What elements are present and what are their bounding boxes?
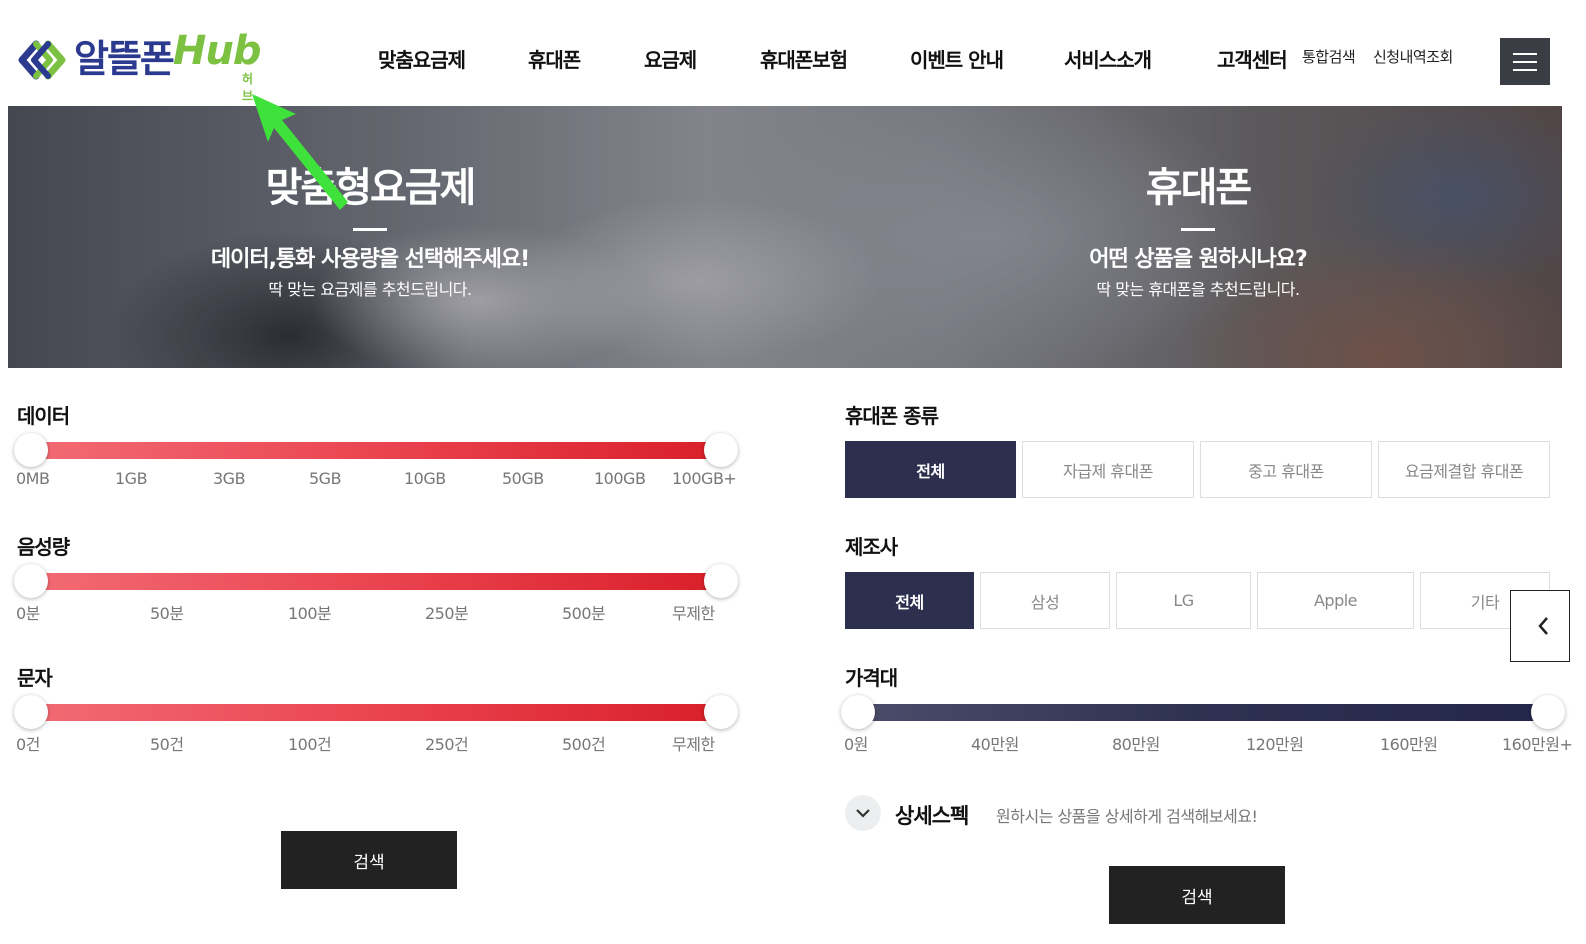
data-slider-max-handle[interactable] bbox=[704, 433, 738, 467]
voice-slider-min-handle[interactable] bbox=[14, 564, 48, 598]
hero-left-divider bbox=[353, 228, 387, 231]
phone-search-button[interactable]: 검색 bbox=[1109, 866, 1285, 924]
data-slider-min-handle[interactable] bbox=[14, 433, 48, 467]
price-slider-track bbox=[859, 704, 1535, 721]
data-slider[interactable] bbox=[14, 433, 740, 467]
cursor-arrow-icon bbox=[252, 94, 348, 210]
hero-right-subtitle: 어떤 상품을 원하시나요? bbox=[1089, 247, 1307, 272]
voice-slider-track bbox=[30, 573, 722, 590]
hamburger-icon bbox=[1513, 68, 1537, 71]
voice-tick: 100분 bbox=[288, 604, 332, 623]
util-link-application-status[interactable]: 신청내역조회 bbox=[1373, 46, 1453, 67]
data-tick: 5GB bbox=[309, 469, 342, 488]
logo-text: 알뜰폰Hub 허브 bbox=[74, 28, 262, 103]
maker-option-all[interactable]: 전체 bbox=[845, 572, 974, 629]
chevron-left-icon bbox=[1538, 617, 1548, 635]
sms-tick: 500건 bbox=[562, 735, 606, 754]
nav-item-customer-center[interactable]: 고객센터 bbox=[1217, 44, 1288, 73]
sms-tick: 무제한 bbox=[672, 735, 715, 754]
util-link-search[interactable]: 통합검색 bbox=[1302, 46, 1356, 67]
menu-button[interactable] bbox=[1500, 38, 1550, 85]
data-tick: 1GB bbox=[115, 469, 148, 488]
sms-label: 문자 bbox=[17, 666, 53, 690]
sms-tick: 50건 bbox=[150, 735, 184, 754]
site-header: 알뜰폰Hub 허브 맞춤요금제 휴대폰 요금제 휴대폰보험 이벤트 안내 서비스… bbox=[0, 0, 1586, 106]
data-tick: 100GB+ bbox=[672, 469, 737, 488]
sms-tick: 250건 bbox=[425, 735, 469, 754]
voice-tick: 500분 bbox=[562, 604, 606, 623]
data-slider-track bbox=[30, 442, 722, 459]
hero-right: 휴대폰 어떤 상품을 원하시나요? 딱 맞는 휴대폰을 추천드립니다. bbox=[938, 162, 1458, 301]
price-slider[interactable] bbox=[841, 695, 1581, 729]
nav-item-plan[interactable]: 요금제 bbox=[644, 44, 697, 73]
price-tick: 160만원+ bbox=[1502, 735, 1573, 754]
sms-slider-max-handle[interactable] bbox=[704, 695, 738, 729]
phone-type-option-bundled[interactable]: 요금제결합 휴대폰 bbox=[1378, 441, 1550, 498]
detail-spec-title[interactable]: 상세스펙 bbox=[895, 800, 969, 830]
voice-slider-max-handle[interactable] bbox=[704, 564, 738, 598]
price-tick: 120만원 bbox=[1246, 735, 1304, 754]
logo-name-ko: 알뜰폰 bbox=[74, 37, 175, 81]
hero-left-subtitle: 데이터,통화 사용량을 선택해주세요! bbox=[210, 247, 530, 272]
hero-left: 맞춤형요금제 데이터,통화 사용량을 선택해주세요! 딱 맞는 요금제를 추천드… bbox=[110, 162, 630, 301]
data-tick: 10GB bbox=[404, 469, 446, 488]
sms-tick: 100건 bbox=[288, 735, 332, 754]
data-label: 데이터 bbox=[17, 404, 70, 428]
logo-name-hub: Hub bbox=[172, 28, 262, 74]
nav-item-phone[interactable]: 휴대폰 bbox=[528, 44, 581, 73]
voice-tick: 0분 bbox=[16, 604, 40, 623]
hamburger-icon bbox=[1513, 60, 1537, 63]
plan-search-button[interactable]: 검색 bbox=[281, 831, 457, 889]
hero-right-divider bbox=[1181, 228, 1215, 231]
sms-slider-track bbox=[30, 704, 722, 721]
nav-item-events[interactable]: 이벤트 안내 bbox=[910, 44, 1004, 73]
logo-mark-icon bbox=[18, 40, 66, 80]
price-label: 가격대 bbox=[845, 666, 898, 690]
hero-left-description: 딱 맞는 요금제를 추천드립니다. bbox=[268, 280, 472, 299]
phone-type-option-unlocked[interactable]: 자급제 휴대폰 bbox=[1022, 441, 1194, 498]
price-tick: 0원 bbox=[844, 735, 868, 754]
maker-option-apple[interactable]: Apple bbox=[1257, 572, 1414, 629]
nav-item-phone-insurance[interactable]: 휴대폰보험 bbox=[760, 44, 848, 73]
hero-right-title: 휴대폰 bbox=[1145, 165, 1252, 211]
sms-slider-min-handle[interactable] bbox=[14, 695, 48, 729]
price-tick: 160만원 bbox=[1380, 735, 1438, 754]
data-tick: 0MB bbox=[16, 469, 50, 488]
hero-right-description: 딱 맞는 휴대폰을 추천드립니다. bbox=[1096, 280, 1300, 299]
sms-tick: 0건 bbox=[16, 735, 40, 754]
hero-left-title: 맞춤형요금제 bbox=[265, 165, 477, 211]
price-tick: 40만원 bbox=[971, 735, 1019, 754]
voice-tick: 무제한 bbox=[672, 604, 715, 623]
site-logo[interactable]: 알뜰폰Hub 허브 bbox=[14, 28, 262, 103]
maker-option-lg[interactable]: LG bbox=[1116, 572, 1251, 629]
maker-option-samsung[interactable]: 삼성 bbox=[980, 572, 1110, 629]
phone-type-option-used[interactable]: 중고 휴대폰 bbox=[1200, 441, 1372, 498]
hamburger-icon bbox=[1513, 52, 1537, 55]
price-tick: 80만원 bbox=[1112, 735, 1160, 754]
data-tick: 3GB bbox=[213, 469, 246, 488]
price-slider-max-handle[interactable] bbox=[1531, 695, 1565, 729]
phone-type-label: 휴대폰 종류 bbox=[845, 404, 939, 428]
voice-tick: 50분 bbox=[150, 604, 184, 623]
data-tick: 100GB bbox=[594, 469, 646, 488]
detail-spec-description: 원하시는 상품을 상세하게 검색해보세요! bbox=[996, 807, 1258, 826]
chevron-down-icon bbox=[856, 809, 870, 818]
voice-slider[interactable] bbox=[14, 564, 740, 598]
detail-spec-toggle[interactable] bbox=[845, 795, 881, 831]
voice-label: 음성량 bbox=[17, 535, 70, 559]
data-tick: 50GB bbox=[502, 469, 544, 488]
maker-label: 제조사 bbox=[845, 535, 898, 559]
phone-type-option-all[interactable]: 전체 bbox=[845, 441, 1016, 498]
side-panel-toggle[interactable] bbox=[1510, 590, 1570, 662]
nav-item-custom-plan[interactable]: 맞춤요금제 bbox=[378, 44, 466, 73]
voice-tick: 250분 bbox=[425, 604, 469, 623]
sms-slider[interactable] bbox=[14, 695, 740, 729]
price-slider-min-handle[interactable] bbox=[841, 695, 875, 729]
nav-item-service-intro[interactable]: 서비스소개 bbox=[1064, 44, 1152, 73]
